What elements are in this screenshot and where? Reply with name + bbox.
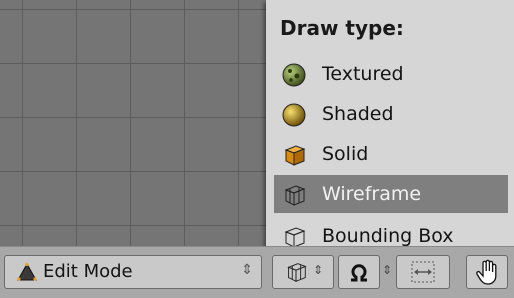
shaded-icon: [282, 103, 306, 127]
menu-item-label: Bounding Box: [322, 225, 454, 247]
menu-item-label: Wireframe: [322, 183, 422, 205]
menu-item-textured[interactable]: Textured: [274, 55, 508, 93]
solid-icon: [284, 145, 306, 166]
pivot-icon: [351, 264, 367, 282]
menu-item-label: Shaded: [322, 103, 394, 125]
draw-type-menu: Draw type: Textured Shaded Solid Wirefra…: [266, 0, 514, 262]
manipulator-button[interactable]: [396, 255, 450, 289]
menu-title: Draw type:: [280, 16, 404, 40]
wireframe-icon: [287, 263, 307, 283]
menu-item-shaded[interactable]: Shaded: [274, 95, 508, 133]
draw-type-button[interactable]: ⇕: [272, 255, 334, 289]
textured-icon: [282, 63, 306, 87]
hand-button[interactable]: [466, 255, 508, 289]
updown-arrow-icon: ⇕: [313, 263, 324, 277]
menu-item-label: Solid: [322, 143, 369, 165]
mode-label: Edit Mode: [43, 261, 133, 282]
manipulator-icon: [411, 261, 435, 283]
updown-arrow-icon[interactable]: ⇕: [382, 263, 392, 277]
menu-item-label: Textured: [322, 63, 404, 85]
pivot-button[interactable]: [338, 255, 380, 289]
updown-arrow-icon: ⇕: [241, 262, 253, 278]
mode-select[interactable]: Edit Mode ⇕: [4, 255, 262, 289]
hand-icon: [476, 259, 497, 285]
edit-mode-icon: [17, 263, 37, 281]
menu-item-solid[interactable]: Solid: [274, 135, 508, 173]
wireframe-icon: [284, 185, 306, 206]
header-bar: Edit Mode ⇕ ⇕ ⇕: [0, 246, 514, 298]
menu-item-wireframe[interactable]: Wireframe: [274, 175, 508, 213]
